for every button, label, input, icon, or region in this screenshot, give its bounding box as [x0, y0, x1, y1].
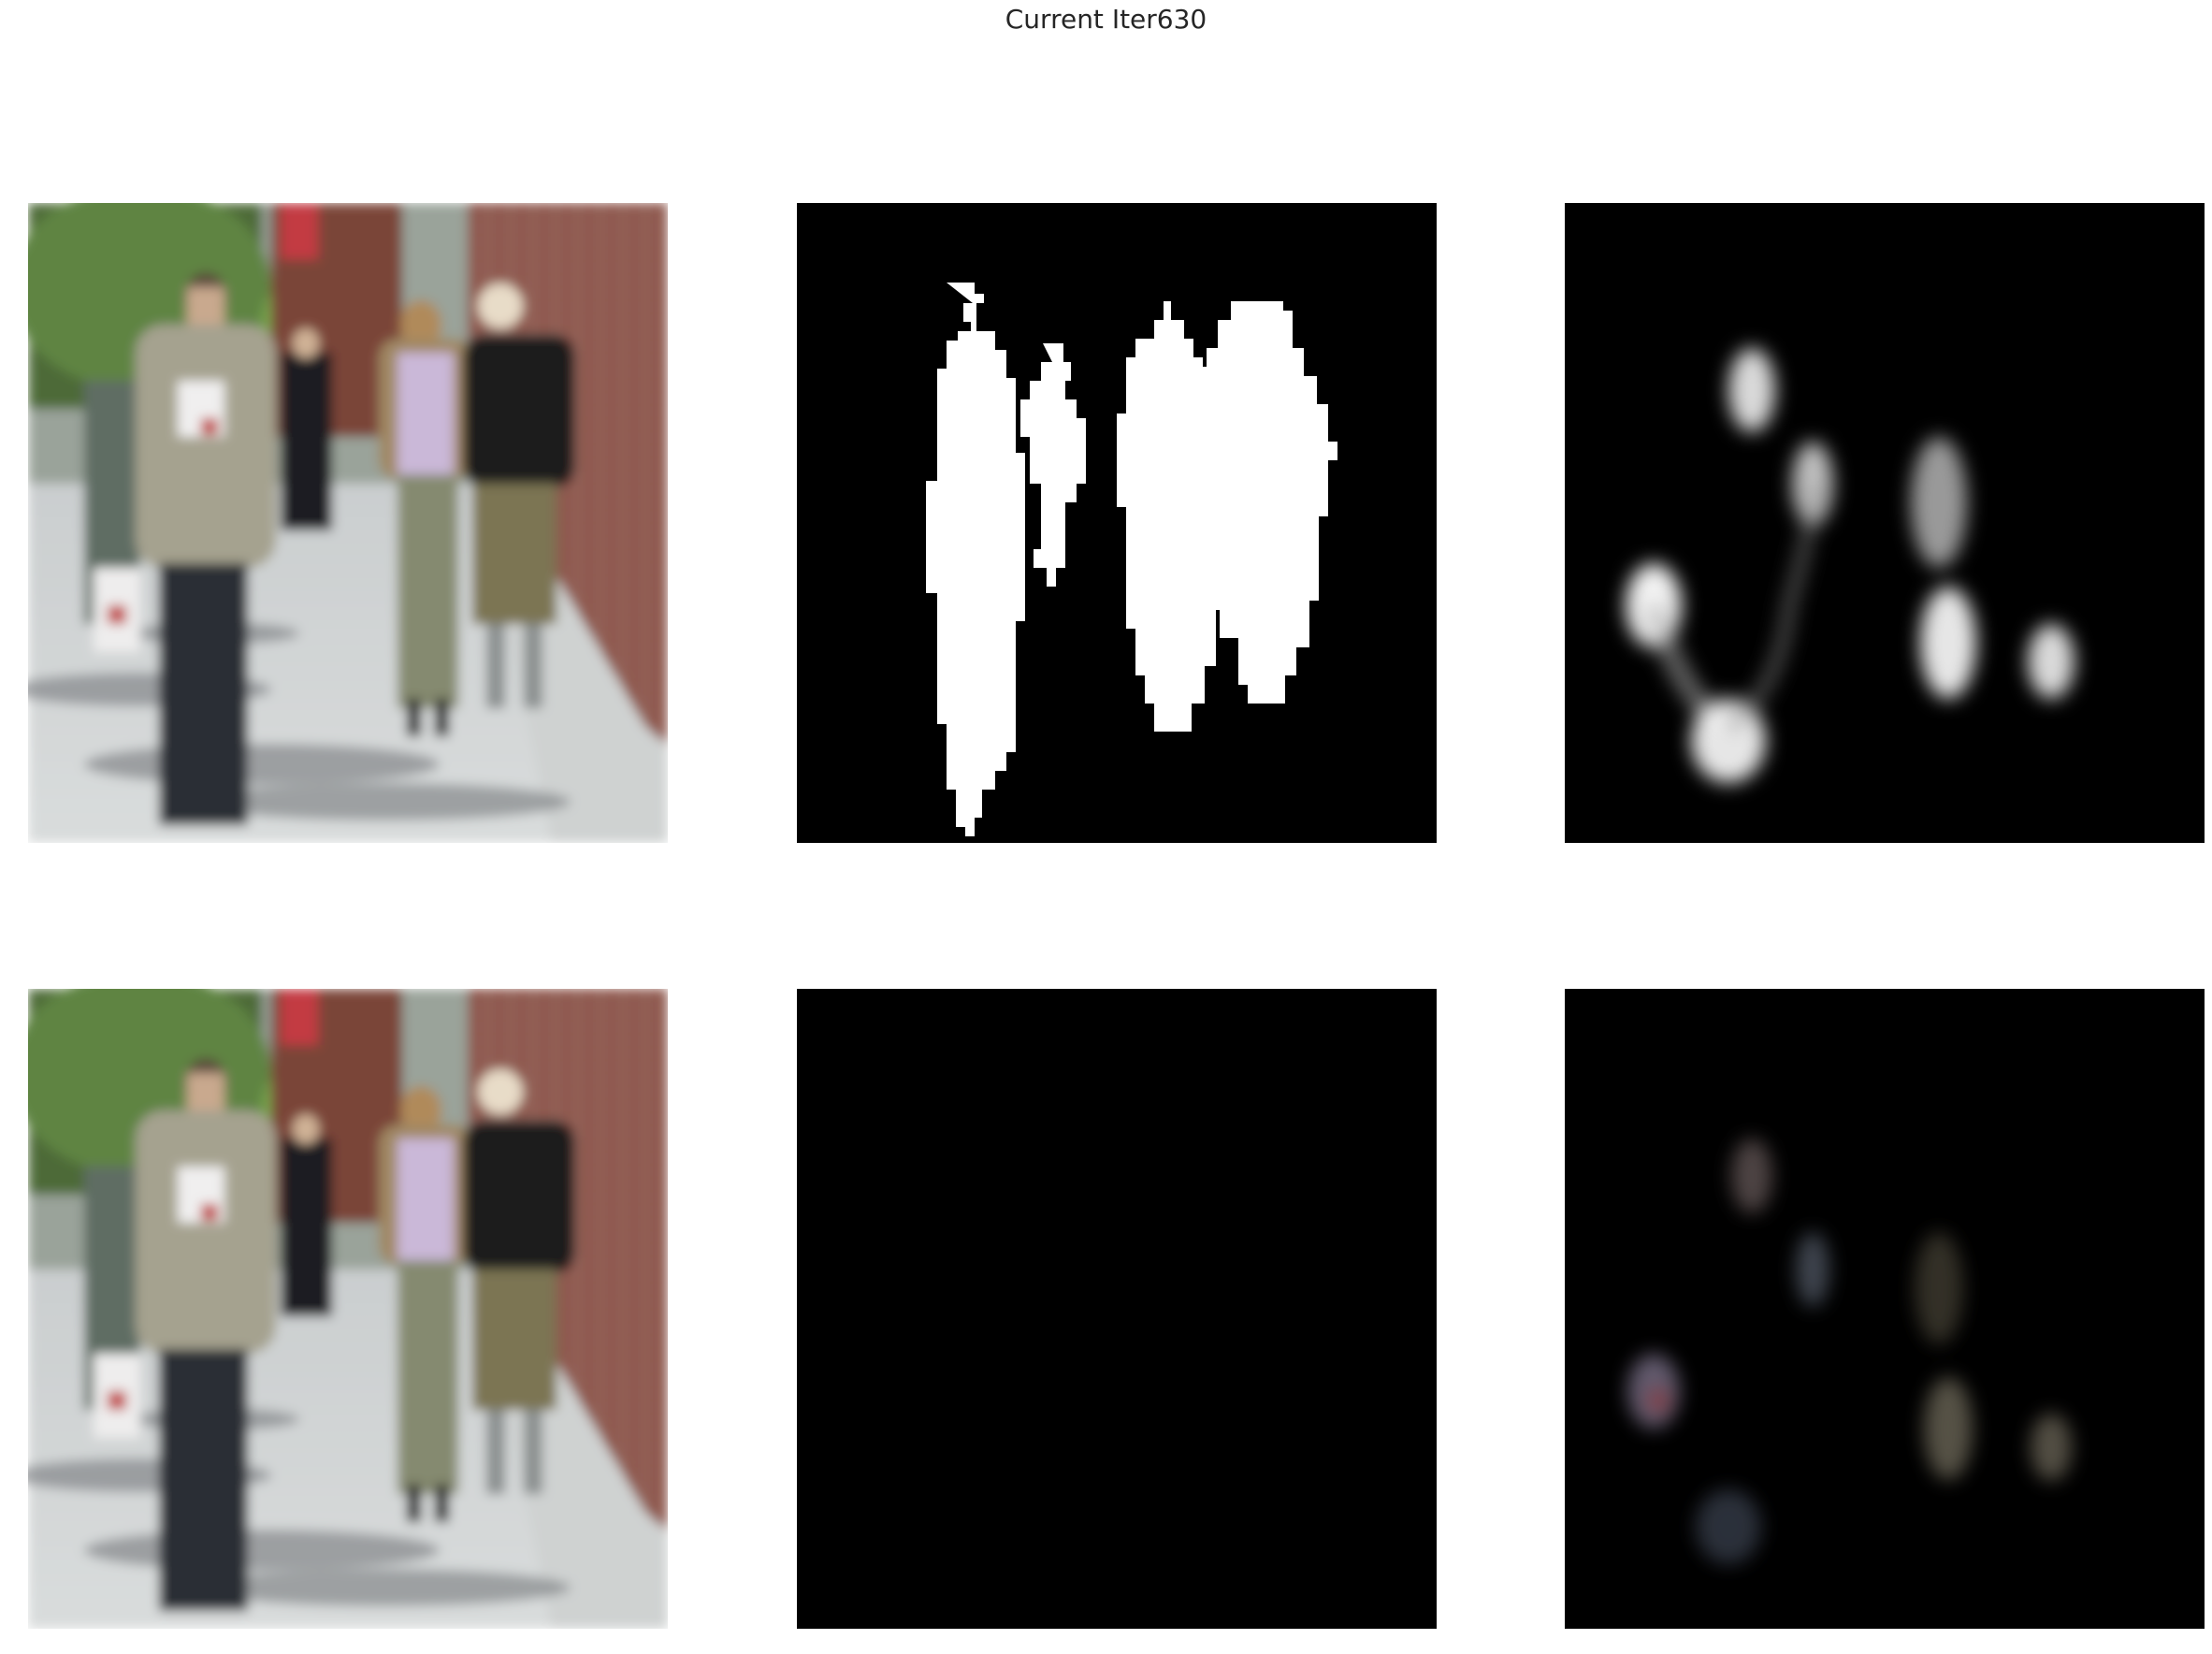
input-image-copy [28, 989, 668, 1629]
predicted-mask [1565, 203, 2205, 843]
ground-truth-mask [797, 203, 1437, 843]
street-photo [28, 989, 668, 1629]
soft-mask [1565, 203, 2205, 843]
masked-photo [797, 989, 1437, 1629]
input-image [28, 203, 668, 843]
masked-prediction [1565, 989, 2205, 1629]
figure-title: Current Iter630 [1005, 4, 1207, 35]
masked-ground-truth [797, 989, 1437, 1629]
binary-mask [797, 203, 1437, 843]
street-photo [28, 203, 668, 843]
soft-masked-photo [1565, 989, 2205, 1629]
